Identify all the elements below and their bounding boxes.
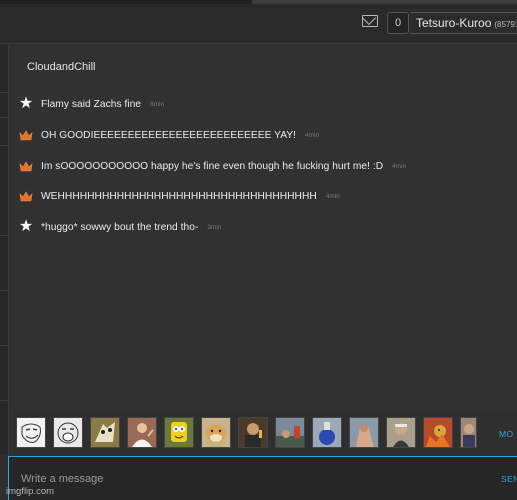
dog-fire-sticker[interactable] <box>460 417 477 448</box>
crown-icon <box>18 158 34 174</box>
message-input[interactable]: Write a message <box>21 473 103 485</box>
left-sidebar-rail <box>0 45 9 455</box>
star-icon: ★ <box>18 95 34 112</box>
rail-divider <box>0 345 9 346</box>
chat-message[interactable]: ★ Flamy said Zachs fine 8min <box>18 94 164 114</box>
message-time: 4min <box>325 192 340 200</box>
message-time: 8min <box>150 100 165 108</box>
old-man-sticker[interactable] <box>386 417 416 448</box>
chat-message[interactable]: OH GOODIEEEEEEEEEEEEEEEEEEEEEEEEEE YAY! … <box>18 125 319 145</box>
message-text: Im sOOOOOOOOOOO happy he's fine even tho… <box>41 160 384 172</box>
troll-face-sticker[interactable] <box>16 417 46 448</box>
chat-message[interactable]: WEHHHHHHHHHHHHHHHHHHHHHHHHHHHHHHHHHHH 4m… <box>18 186 340 206</box>
crown-icon <box>18 127 34 143</box>
message-text: OH GOODIEEEEEEEEEEEEEEEEEEEEEEEEEE YAY! <box>41 129 297 141</box>
rail-marker[interactable] <box>0 92 9 118</box>
more-stickers-button[interactable]: MO <box>499 429 514 439</box>
jesus-sticker[interactable] <box>127 417 157 448</box>
active-tab-indicator <box>252 0 517 4</box>
doge-sticker[interactable] <box>201 417 231 448</box>
crowd-photo-sticker[interactable] <box>275 417 305 448</box>
star-icon: ★ <box>18 218 34 235</box>
message-composer: Write a message SEN <box>8 456 517 500</box>
message-time: 4min <box>392 162 407 170</box>
user-profile-button[interactable]: Tetsuro-Kuroo(857919 <box>410 12 517 34</box>
message-text: WEHHHHHHHHHHHHHHHHHHHHHHHHHHHHHHHHHHH <box>41 190 317 202</box>
chat-message[interactable]: ★ *huggo* sowwy bout the trend tho- 3min <box>18 217 222 237</box>
send-button[interactable]: SEN <box>501 474 517 484</box>
chat-panel: CloudandChill ★ Flamy said Zachs fine 8m… <box>10 45 517 410</box>
top-tab-strip <box>0 0 517 4</box>
message-text: *huggo* sowwy bout the trend tho- <box>41 221 199 233</box>
blue-bottle-sticker[interactable] <box>312 417 342 448</box>
person-photo-sticker[interactable] <box>238 417 268 448</box>
unread-count-badge[interactable]: 0 <box>387 12 409 34</box>
laughing-face-sticker[interactable] <box>53 417 83 448</box>
mail-icon[interactable] <box>362 15 378 27</box>
rail-divider <box>0 235 9 236</box>
hand-photo-sticker[interactable] <box>349 417 379 448</box>
rail-divider <box>0 145 9 146</box>
chat-message[interactable]: Im sOOOOOOOOOOO happy he's fine even tho… <box>18 156 406 176</box>
message-time: 4min <box>305 131 320 139</box>
imgflip-watermark: imgflip.com <box>6 486 55 497</box>
spongebob-sticker[interactable] <box>164 417 194 448</box>
message-time: 3min <box>207 223 222 231</box>
message-text: Flamy said Zachs fine <box>41 98 142 110</box>
top-bar: 0 Tetsuro-Kuroo(857919 <box>0 0 517 44</box>
username-label: Tetsuro-Kuroo <box>416 16 492 30</box>
sticker-picker: MO <box>10 410 517 455</box>
rail-divider <box>0 400 9 401</box>
crown-icon <box>18 188 34 204</box>
rail-divider <box>0 290 9 291</box>
user-id-label: (857919 <box>494 20 517 29</box>
cat-face-sticker[interactable] <box>90 417 120 448</box>
man-sitting-sticker[interactable] <box>423 417 453 448</box>
chat-room-title: CloudandChill <box>27 61 96 73</box>
